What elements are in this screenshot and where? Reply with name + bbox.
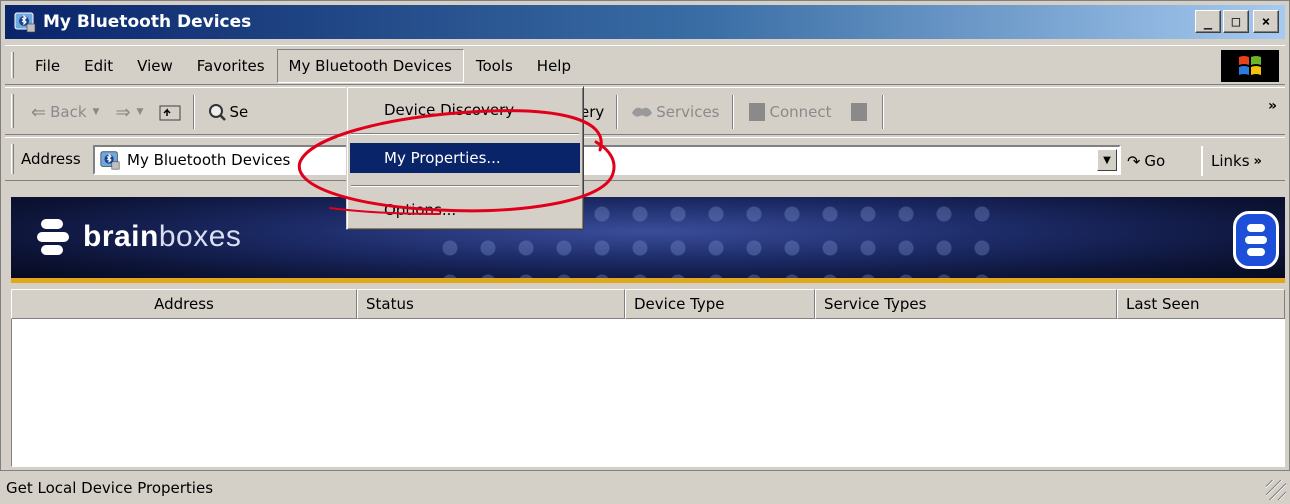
brainboxes-logo-icon xyxy=(37,219,69,255)
services-icon xyxy=(632,107,653,117)
status-bar: Get Local Device Properties xyxy=(0,470,1290,504)
device-list-header: Address Status Device Type Service Types… xyxy=(11,289,1285,319)
address-value: My Bluetooth Devices xyxy=(127,151,291,169)
back-dropdown-icon[interactable]: ▼ xyxy=(93,107,100,117)
address-label: Address xyxy=(21,150,81,168)
services-label: Services xyxy=(656,103,720,121)
address-bar: Address My Bluetooth Devices ▼ ↷ Go Link… xyxy=(5,137,1285,181)
menu-favorites[interactable]: Favorites xyxy=(185,49,277,83)
resize-grip[interactable] xyxy=(1266,480,1286,500)
column-address[interactable]: Address xyxy=(11,289,357,319)
go-label: Go xyxy=(1144,152,1166,170)
device-icon xyxy=(850,103,867,121)
toolbar-overflow-button[interactable]: » xyxy=(1268,98,1277,114)
toolbar-separator xyxy=(731,95,734,129)
menu-separator xyxy=(351,185,579,187)
toolbar-grip[interactable] xyxy=(11,94,14,128)
banner-accent-stripe xyxy=(11,278,1285,283)
column-status[interactable]: Status xyxy=(357,289,625,319)
menu-item-options[interactable]: Options... xyxy=(350,195,580,225)
column-service-types[interactable]: Service Types xyxy=(815,289,1117,319)
bluetooth-devices-icon xyxy=(100,151,120,170)
column-device-type[interactable]: Device Type xyxy=(625,289,815,319)
menu-help[interactable]: Help xyxy=(525,49,583,83)
status-text: Get Local Device Properties xyxy=(6,479,214,497)
minimize-button[interactable]: _ xyxy=(1195,10,1221,33)
menu-edit[interactable]: Edit xyxy=(72,49,125,83)
menu-bar-grip[interactable] xyxy=(11,52,14,78)
up-folder-button[interactable] xyxy=(151,93,189,131)
maximize-button[interactable]: □ xyxy=(1223,10,1249,33)
back-label: Back xyxy=(50,103,87,121)
menu-item-my-properties[interactable]: My Properties... xyxy=(350,143,580,173)
up-folder-icon xyxy=(159,105,181,121)
brainboxes-badge-icon xyxy=(1233,211,1279,269)
back-button[interactable]: ⇐ Back ▼ xyxy=(23,93,107,131)
column-last-seen[interactable]: Last Seen xyxy=(1117,289,1285,319)
links-label: Links xyxy=(1211,152,1250,170)
toolbar-separator xyxy=(193,95,196,129)
connect-label: Connect xyxy=(769,103,832,121)
menu-my-bluetooth-devices[interactable]: My Bluetooth Devices xyxy=(276,49,464,83)
links-toolbar[interactable]: Links » xyxy=(1201,146,1262,176)
address-bar-grip[interactable] xyxy=(11,144,14,174)
device-list[interactable] xyxy=(11,319,1285,467)
bluetooth-devices-icon xyxy=(13,10,37,34)
go-arrow-icon: ↷ xyxy=(1127,151,1141,171)
standard-toolbar: ⇐ Back ▼ ⇒ ▼ Se Services Connect » xyxy=(5,87,1285,135)
address-input[interactable]: My Bluetooth Devices ▼ xyxy=(93,145,1121,175)
go-button[interactable]: ↷ Go xyxy=(1127,146,1165,176)
search-icon xyxy=(209,104,227,121)
toolbar-separator xyxy=(881,95,884,129)
services-button[interactable]: Services xyxy=(622,93,727,131)
close-button[interactable]: × xyxy=(1253,10,1279,33)
back-arrow-icon: ⇐ xyxy=(31,101,47,123)
menu-tools[interactable]: Tools xyxy=(464,49,525,83)
search-button[interactable]: Se xyxy=(199,93,256,131)
menu-file[interactable]: File xyxy=(23,49,72,83)
app-window: My Bluetooth Devices _ □ × File Edit Vie… xyxy=(0,0,1290,504)
connect-button[interactable]: Connect xyxy=(738,93,840,131)
windows-logo-icon xyxy=(1221,50,1279,82)
links-chevron-icon[interactable]: » xyxy=(1254,154,1262,169)
window-title: My Bluetooth Devices xyxy=(43,12,252,32)
connect-icon xyxy=(748,103,765,121)
menu-separator xyxy=(351,133,579,135)
forward-button[interactable]: ⇒ ▼ xyxy=(107,93,151,131)
brainboxes-banner: brainboxes xyxy=(11,197,1285,283)
toolbar-separator xyxy=(616,95,619,129)
brainboxes-logo: brainboxes xyxy=(35,215,241,259)
device-button[interactable] xyxy=(840,93,878,131)
forward-dropdown-icon[interactable]: ▼ xyxy=(137,107,144,117)
menu-item-device-discovery[interactable]: Device Discovery xyxy=(350,95,580,125)
title-bar[interactable]: My Bluetooth Devices _ □ × xyxy=(5,5,1285,39)
menu-bar: File Edit View Favorites My Bluetooth De… xyxy=(5,45,1285,85)
brand-name: brainboxes xyxy=(83,220,242,253)
forward-arrow-icon: ⇒ xyxy=(115,101,131,123)
my-bluetooth-devices-menu: Device Discovery My Properties... Option… xyxy=(346,86,584,230)
search-label: Se xyxy=(229,103,249,121)
menu-view[interactable]: View xyxy=(125,49,185,83)
address-dropdown-button[interactable]: ▼ xyxy=(1097,149,1117,171)
